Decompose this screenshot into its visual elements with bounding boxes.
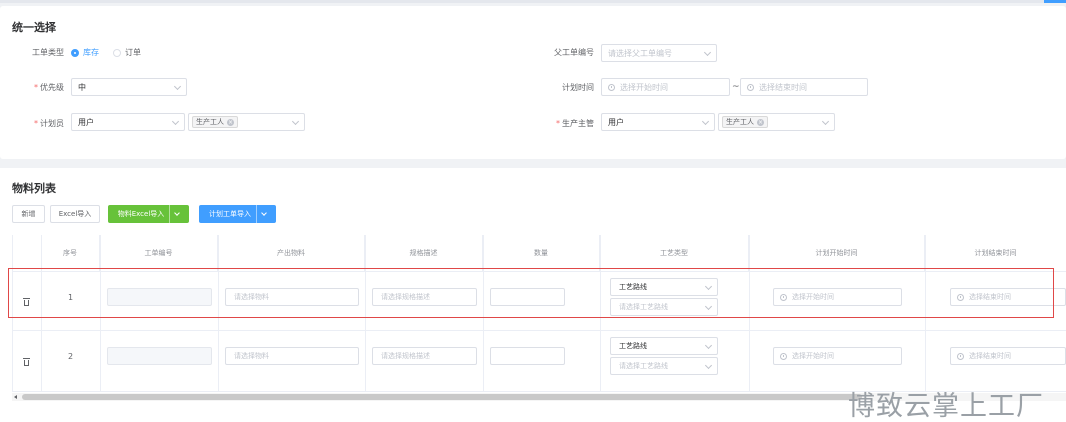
supervisor-type-value: 用户 (608, 117, 624, 127)
priority-label: * 优先级 (26, 82, 64, 93)
radio-unchecked-icon (113, 48, 121, 57)
chevron-down-icon[interactable] (174, 210, 181, 216)
add-button[interactable]: 新增 (12, 205, 45, 223)
planner-label-text: 计划员 (40, 119, 64, 128)
plan-start-picker[interactable]: 选择开始时间 (601, 78, 730, 96)
radio-label: 订单 (125, 48, 141, 57)
button-divider (256, 205, 257, 223)
tag-close-icon[interactable]: × (757, 118, 764, 126)
priority-select[interactable]: 中 (71, 78, 187, 96)
radio-checked-icon (71, 48, 79, 57)
chevron-down-icon (291, 117, 300, 126)
button-label: 计划工单导入 (209, 210, 251, 218)
order-type-radio-stock[interactable]: 库存 (71, 47, 99, 58)
chevron-down-icon (821, 117, 830, 126)
tag-close-icon[interactable]: × (227, 118, 234, 126)
delete-row-icon[interactable] (23, 358, 30, 366)
tag-label: 生产工人 (726, 118, 754, 126)
chevron-down-icon (704, 341, 713, 350)
order-type-radio-order[interactable]: 订单 (113, 47, 141, 58)
required-mark: * (556, 119, 560, 128)
end-placeholder: 选择结束时间 (969, 352, 1011, 360)
button-divider (169, 205, 171, 223)
chevron-down-icon (171, 117, 180, 126)
required-mark: * (34, 119, 38, 128)
top-accent (1044, 0, 1066, 3)
planner-type-select[interactable]: 用户 (71, 113, 185, 131)
parent-order-placeholder: 请选择父工单编号 (608, 48, 672, 58)
planner-user-select[interactable]: 生产工人 × (188, 113, 305, 131)
section-title-materials: 物料列表 (12, 182, 56, 195)
scrollbar-thumb[interactable] (22, 394, 862, 400)
clock-icon (608, 83, 615, 91)
supervisor-type-select[interactable]: 用户 (601, 113, 715, 131)
plan-end-placeholder: 选择结束时间 (759, 82, 807, 92)
clock-icon (957, 352, 964, 360)
top-border (0, 0, 1066, 3)
column-header-index: 序号 (41, 235, 100, 271)
column-header-qty: 数量 (483, 235, 600, 271)
scroll-left-icon[interactable] (14, 395, 17, 399)
start-placeholder: 选择开始时间 (792, 352, 834, 360)
order-no-input (107, 347, 212, 365)
radio-label: 库存 (83, 48, 99, 57)
highlight-box (8, 268, 1054, 318)
spec-input[interactable]: 请选择规格描述 (372, 347, 477, 365)
excel-import-button[interactable]: Excel导入 (50, 205, 100, 223)
column-header-plan-end: 计划结束时间 (974, 249, 1017, 257)
column-header-process-type: 工艺类型 (600, 235, 749, 271)
planner-type-value: 用户 (78, 117, 94, 127)
column-header-material: 产出物料 (218, 235, 365, 271)
process-route-placeholder: 请选择工艺路线 (619, 362, 668, 370)
chevron-down-icon (703, 48, 712, 57)
material-placeholder: 请选择物料 (234, 352, 269, 360)
planner-tag: 生产工人 × (192, 116, 238, 128)
watermark: 博致云掌上工厂 (848, 391, 1044, 422)
spec-placeholder: 请选择规格描述 (381, 352, 430, 360)
row-start-picker[interactable]: 选择开始时间 (773, 347, 902, 365)
clock-icon (747, 83, 754, 91)
priority-label-text: 优先级 (40, 83, 64, 92)
button-label: 物料Excel导入 (117, 210, 165, 218)
supervisor-user-select[interactable]: 生产工人 × (718, 113, 835, 131)
process-type-select[interactable]: 工艺路线 (610, 337, 718, 355)
supervisor-label-text: 生产主管 (562, 119, 594, 128)
row-index: 2 (67, 352, 74, 361)
chevron-down-icon (173, 82, 182, 91)
row-divider (12, 330, 1066, 331)
process-type-value: 工艺路线 (619, 342, 647, 350)
clock-icon (780, 352, 787, 360)
priority-value: 中 (78, 82, 86, 92)
column-header-spec: 规格描述 (365, 235, 483, 271)
parent-order-label: 父工单编号 (554, 48, 594, 57)
qty-input[interactable] (490, 347, 565, 365)
chevron-down-icon (701, 117, 710, 126)
planner-label: * 计划员 (26, 118, 64, 129)
range-separator: ~ (732, 82, 740, 92)
plan-end-picker[interactable]: 选择结束时间 (740, 78, 868, 96)
parent-order-select[interactable]: 请选择父工单编号 (601, 44, 717, 62)
plan-start-placeholder: 选择开始时间 (620, 82, 668, 92)
column-header-order-no: 工单编号 (100, 235, 218, 271)
plan-time-label: 计划时间 (562, 83, 594, 92)
row-end-picker[interactable]: 选择结束时间 (950, 347, 1066, 365)
column-header-plan-start: 计划开始时间 (749, 235, 925, 271)
material-excel-import-button[interactable]: 物料Excel导入 (108, 205, 189, 223)
supervisor-tag: 生产工人 × (722, 116, 768, 128)
supervisor-label: * 生产主管 (550, 118, 594, 129)
order-type-label: 工单类型 (32, 48, 64, 57)
section-title-unified: 统一选择 (12, 21, 56, 34)
plan-order-import-button[interactable]: 计划工单导入 (199, 205, 276, 223)
chevron-down-icon[interactable] (261, 210, 267, 216)
process-route-select[interactable]: 请选择工艺路线 (610, 357, 718, 375)
tag-label: 生产工人 (196, 118, 224, 126)
chevron-down-icon (704, 361, 713, 370)
required-mark: * (34, 83, 38, 92)
material-input[interactable]: 请选择物料 (225, 347, 359, 365)
